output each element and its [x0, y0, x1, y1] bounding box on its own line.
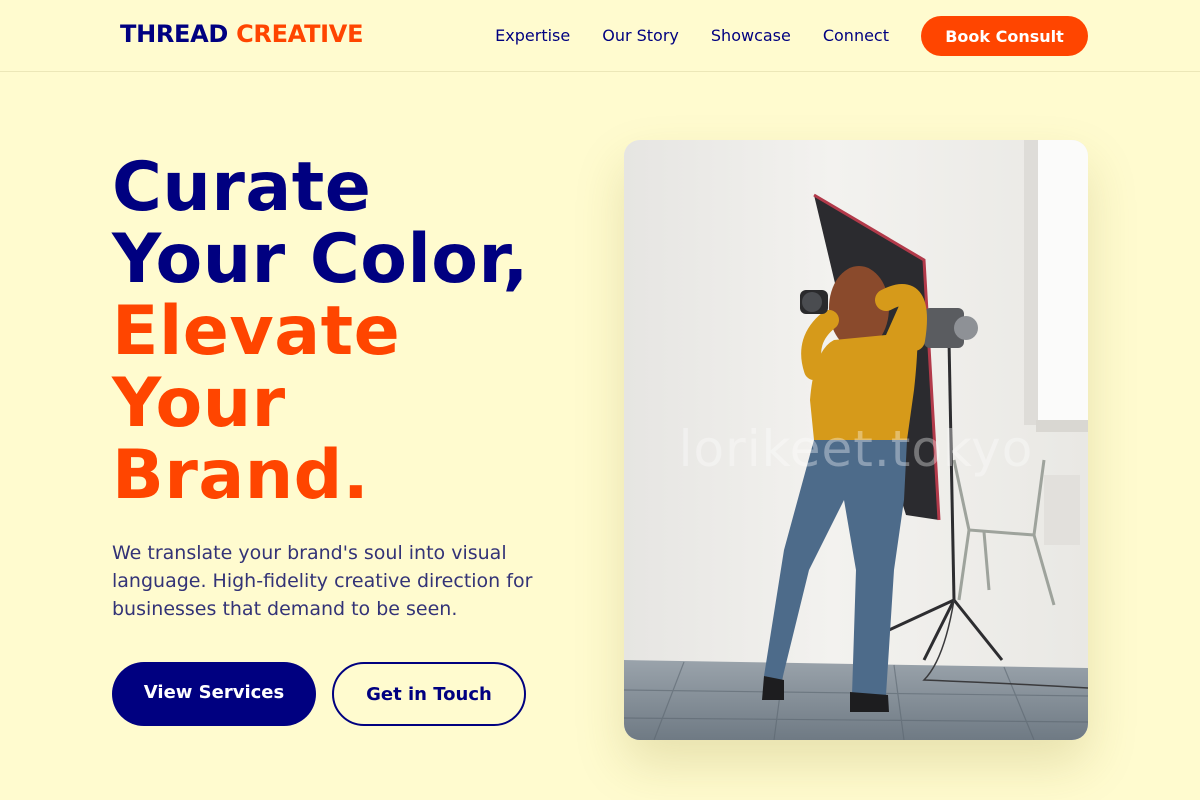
brand-name-part1: THREAD — [120, 20, 229, 48]
hero-title-line5: Brand. — [112, 436, 370, 515]
image-watermark: lorikeet.tokyo — [678, 420, 1034, 478]
nav-link-expertise[interactable]: Expertise — [495, 16, 570, 56]
top-nav: THREAD CREATIVE Expertise Our Story Show… — [0, 0, 1200, 72]
view-services-button[interactable]: View Services — [112, 662, 316, 726]
hero-title-line1: Curate — [112, 148, 372, 227]
brand-logo[interactable]: THREAD CREATIVE — [120, 20, 363, 48]
hero-title-line4: Your — [112, 364, 286, 443]
hero-photo: lorikeet.tokyo — [624, 140, 1088, 740]
brand-name-part2: CREATIVE — [236, 20, 364, 48]
nav-link-connect[interactable]: Connect — [823, 16, 889, 56]
nav-link-our-story[interactable]: Our Story — [602, 16, 679, 56]
book-consult-button[interactable]: Book Consult — [921, 16, 1088, 56]
nav-links: Expertise Our Story Showcase Connect Boo… — [495, 16, 1088, 56]
hero-title: Curate Your Color, Elevate Your Brand. — [112, 152, 592, 512]
get-in-touch-button[interactable]: Get in Touch — [332, 662, 526, 726]
hero-title-line3: Elevate — [112, 292, 401, 371]
hero-title-line2: Your Color, — [112, 220, 529, 299]
nav-link-showcase[interactable]: Showcase — [711, 16, 791, 56]
hero-description: We translate your brand's soul into visu… — [112, 542, 533, 620]
